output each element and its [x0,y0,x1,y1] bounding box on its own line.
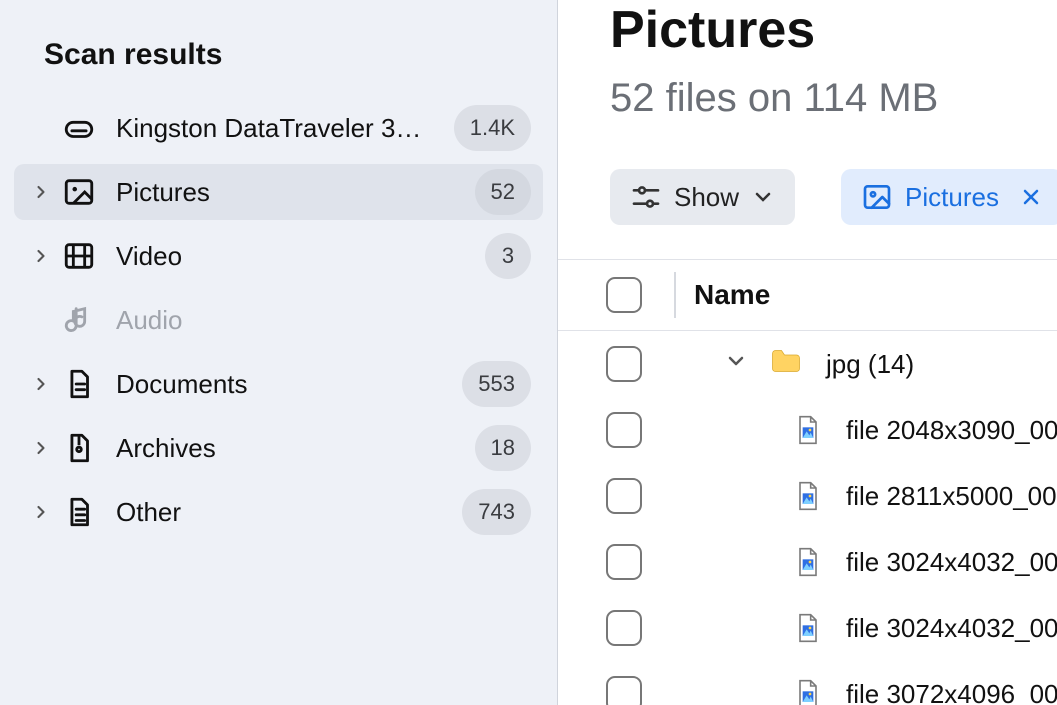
group-label: jpg (14) [826,349,914,380]
count-badge: 3 [485,233,531,279]
group-row[interactable]: jpg (14) [558,331,1057,397]
column-name-header[interactable]: Name [674,272,770,318]
page-title: Pictures [610,0,1057,60]
image-file-icon [792,414,824,446]
sidebar: Scan results Kingston DataTraveler 3…1.4… [0,0,558,705]
file-checkbox[interactable] [606,544,642,580]
filter-chip-pictures[interactable]: Pictures [841,169,1057,225]
file-name: file 3072x4096_00 [846,679,1057,705]
show-button[interactable]: Show [610,169,795,225]
file-list: jpg (14) file 2048x3090_00file 2811x5000_… [558,331,1057,705]
count-badge: 18 [475,425,531,471]
file-row[interactable]: file 3024x4032_00 [558,595,1057,661]
folder-icon [768,343,804,386]
sidebar-item-audio: Audio [14,292,543,348]
file-name: file 3024x4032_00 [846,613,1057,644]
audio-icon [62,303,106,337]
sidebar-item-label: Pictures [116,177,475,208]
pictures-icon [861,181,893,213]
scan-results-heading: Scan results [44,38,547,72]
main-panel: Pictures 52 files on 114 MB Show Picture… [558,0,1057,705]
file-name: file 3024x4032_00 [846,547,1057,578]
sidebar-item-video[interactable]: Video3 [14,228,543,284]
sidebar-item-label: Kingston DataTraveler 3… [116,113,454,144]
expand-icon [24,182,58,202]
file-name: file 2811x5000_00 [846,481,1057,512]
file-checkbox[interactable] [606,676,642,705]
file-name: file 2048x3090_00 [846,415,1057,446]
archive-icon [62,431,106,465]
file-checkbox[interactable] [606,478,642,514]
document-icon [62,367,106,401]
file-checkbox[interactable] [606,610,642,646]
sidebar-item-label: Video [116,241,485,272]
expand-icon [24,374,58,394]
pictures-icon [62,175,106,209]
sidebar-item-drive[interactable]: Kingston DataTraveler 3…1.4K [14,100,543,156]
chevron-down-icon[interactable] [724,349,748,380]
sidebar-item-document[interactable]: Documents553 [14,356,543,412]
expand-icon [24,502,58,522]
sidebar-item-other[interactable]: Other743 [14,484,543,540]
count-badge: 1.4K [454,105,531,151]
filter-chip-label: Pictures [905,182,999,213]
page-subtitle: 52 files on 114 MB [610,76,1057,121]
sidebar-item-pictures[interactable]: Pictures52 [14,164,543,220]
expand-icon [24,438,58,458]
count-badge: 743 [462,489,531,535]
file-row[interactable]: file 2048x3090_00 [558,397,1057,463]
count-badge: 553 [462,361,531,407]
expand-icon [24,246,58,266]
image-file-icon [792,612,824,644]
close-icon[interactable] [1019,185,1043,209]
video-icon [62,239,106,273]
toolbar: Show Pictures [610,169,1057,225]
nav-list: Kingston DataTraveler 3…1.4K Pictures52 Vi… [10,100,547,540]
sidebar-item-label: Audio [116,305,531,336]
count-badge: 52 [475,169,531,215]
file-checkbox[interactable] [606,412,642,448]
file-row[interactable]: file 3024x4032_00 [558,529,1057,595]
list-header: Name [558,259,1057,331]
chevron-down-icon [751,185,775,209]
sliders-icon [630,181,662,213]
image-file-icon [792,480,824,512]
drive-icon [62,111,106,145]
image-file-icon [792,678,824,705]
sidebar-item-label: Other [116,497,462,528]
sidebar-item-label: Archives [116,433,475,464]
sidebar-item-label: Documents [116,369,462,400]
show-button-label: Show [674,182,739,213]
file-row[interactable]: file 2811x5000_00 [558,463,1057,529]
select-all-checkbox[interactable] [606,277,642,313]
image-file-icon [792,546,824,578]
file-row[interactable]: file 3072x4096_00 [558,661,1057,705]
sidebar-item-archive[interactable]: Archives18 [14,420,543,476]
group-checkbox[interactable] [606,346,642,382]
other-icon [62,495,106,529]
